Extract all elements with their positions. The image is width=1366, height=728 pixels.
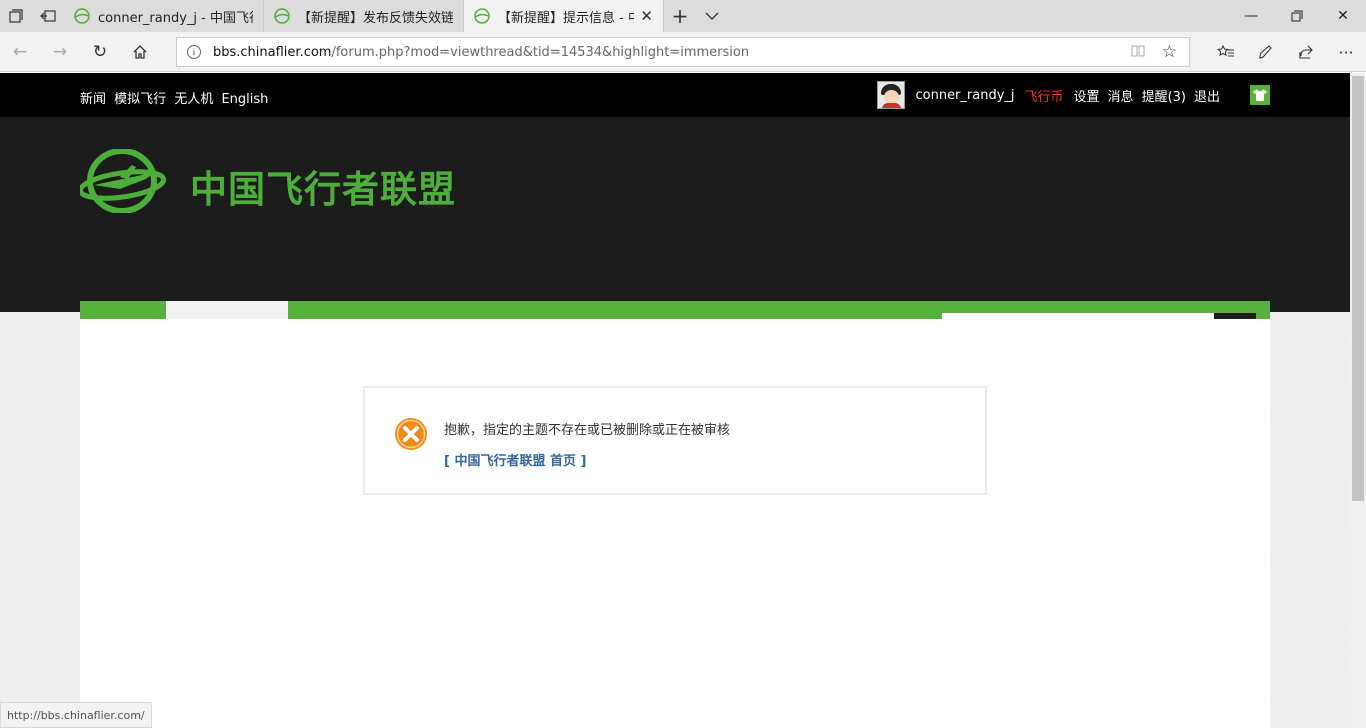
share-icon[interactable] bbox=[1286, 32, 1326, 72]
site-header: 中国飞行者联盟 门户 模拟飞行 商城 云课堂 航空人生 文库 考试 飞行员系统 … bbox=[0, 117, 1350, 359]
tab-title: 【新提醒】发布反馈失效链接 bbox=[298, 10, 453, 26]
site-favicon-icon bbox=[474, 8, 490, 24]
home-page-link[interactable]: [ 中国飞行者联盟 首页 ] bbox=[444, 450, 586, 469]
site-info-icon[interactable]: i bbox=[187, 45, 201, 59]
site-logo-text[interactable]: 中国飞行者联盟 bbox=[190, 159, 456, 213]
browser-status-url: http://bbs.chinaflier.com/ bbox=[0, 702, 152, 728]
coin-link[interactable]: 飞行币 bbox=[1025, 86, 1064, 105]
close-tab-icon[interactable]: ✕ bbox=[640, 7, 653, 25]
error-icon bbox=[395, 418, 427, 450]
minimize-icon[interactable]: — bbox=[1228, 0, 1274, 32]
restore-icon[interactable] bbox=[1274, 0, 1320, 32]
avatar[interactable] bbox=[877, 81, 906, 109]
site-favicon-icon bbox=[74, 8, 90, 24]
top-link-drone[interactable]: 无人机 bbox=[174, 92, 213, 107]
refresh-icon[interactable]: ↻ bbox=[80, 32, 120, 72]
scrollbar-thumb[interactable] bbox=[1352, 76, 1364, 501]
set-tabs-aside-icon[interactable] bbox=[32, 0, 64, 32]
logout-link[interactable]: 退出 bbox=[1194, 86, 1220, 105]
web-page: 新闻 模拟飞行 无人机 English conner_randy_j 飞行币 设… bbox=[0, 73, 1350, 728]
notes-pen-icon[interactable] bbox=[1246, 32, 1286, 72]
browser-tab-1[interactable]: conner_randy_j - 中国飞行者 bbox=[64, 0, 264, 32]
forward-icon[interactable]: → bbox=[40, 32, 80, 72]
top-link-english[interactable]: English bbox=[221, 92, 268, 107]
url-path: /forum.php?mod=viewthread&tid=14534&high… bbox=[331, 44, 750, 60]
page-scrollbar[interactable] bbox=[1350, 73, 1366, 728]
messages-link[interactable]: 消息 bbox=[1108, 86, 1134, 105]
tab-title: 【新提醒】提示信息 - 中 bbox=[498, 10, 635, 26]
url-host: bbs.chinaflier.com bbox=[213, 44, 332, 60]
alert-message-box: 抱歉，指定的主题不存在或已被删除或正在被审核 [ 中国飞行者联盟 首页 ] bbox=[363, 386, 987, 495]
browser-tab-bar: conner_randy_j - 中国飞行者 【新提醒】发布反馈失效链接 【新提… bbox=[0, 0, 1366, 32]
alert-message-text: 抱歉，指定的主题不存在或已被删除或正在被审核 bbox=[444, 423, 731, 438]
browser-tab-3-active[interactable]: 【新提醒】提示信息 - 中 ✕ bbox=[464, 0, 664, 32]
username-link[interactable]: conner_randy_j bbox=[915, 88, 1014, 103]
more-menu-icon[interactable]: ··· bbox=[1326, 32, 1366, 72]
reading-view-icon[interactable] bbox=[1131, 44, 1145, 62]
favorite-star-icon[interactable]: ☆ bbox=[1162, 42, 1177, 62]
theme-shirt-icon[interactable] bbox=[1250, 85, 1270, 105]
chevron-down-icon[interactable] bbox=[696, 0, 728, 32]
site-top-bar: 新闻 模拟飞行 无人机 English conner_randy_j 飞行币 设… bbox=[0, 73, 1350, 117]
home-icon[interactable] bbox=[120, 32, 160, 72]
browser-address-bar: ← → ↻ i bbs.chinaflier.com /forum.php?mo… bbox=[0, 32, 1366, 72]
tab-title: conner_randy_j - 中国飞行者 bbox=[98, 10, 253, 26]
url-input[interactable]: i bbs.chinaflier.com /forum.php?mod=view… bbox=[176, 37, 1190, 67]
close-window-icon[interactable]: ✕ bbox=[1320, 0, 1366, 32]
reminders-link[interactable]: 提醒(3) bbox=[1142, 86, 1186, 105]
settings-link[interactable]: 设置 bbox=[1074, 86, 1100, 105]
top-link-news[interactable]: 新闻 bbox=[80, 92, 106, 107]
tab-manager-icon[interactable] bbox=[0, 0, 32, 32]
favorites-hub-icon[interactable] bbox=[1206, 32, 1246, 72]
back-icon[interactable]: ← bbox=[0, 32, 40, 72]
site-favicon-icon bbox=[274, 8, 290, 24]
new-tab-icon[interactable]: + bbox=[664, 0, 696, 32]
main-content: 抱歉，指定的主题不存在或已被删除或正在被审核 [ 中国飞行者联盟 首页 ] bbox=[80, 319, 1270, 728]
top-link-flight-sim[interactable]: 模拟飞行 bbox=[114, 92, 166, 107]
browser-tab-2[interactable]: 【新提醒】发布反馈失效链接 bbox=[264, 0, 464, 32]
